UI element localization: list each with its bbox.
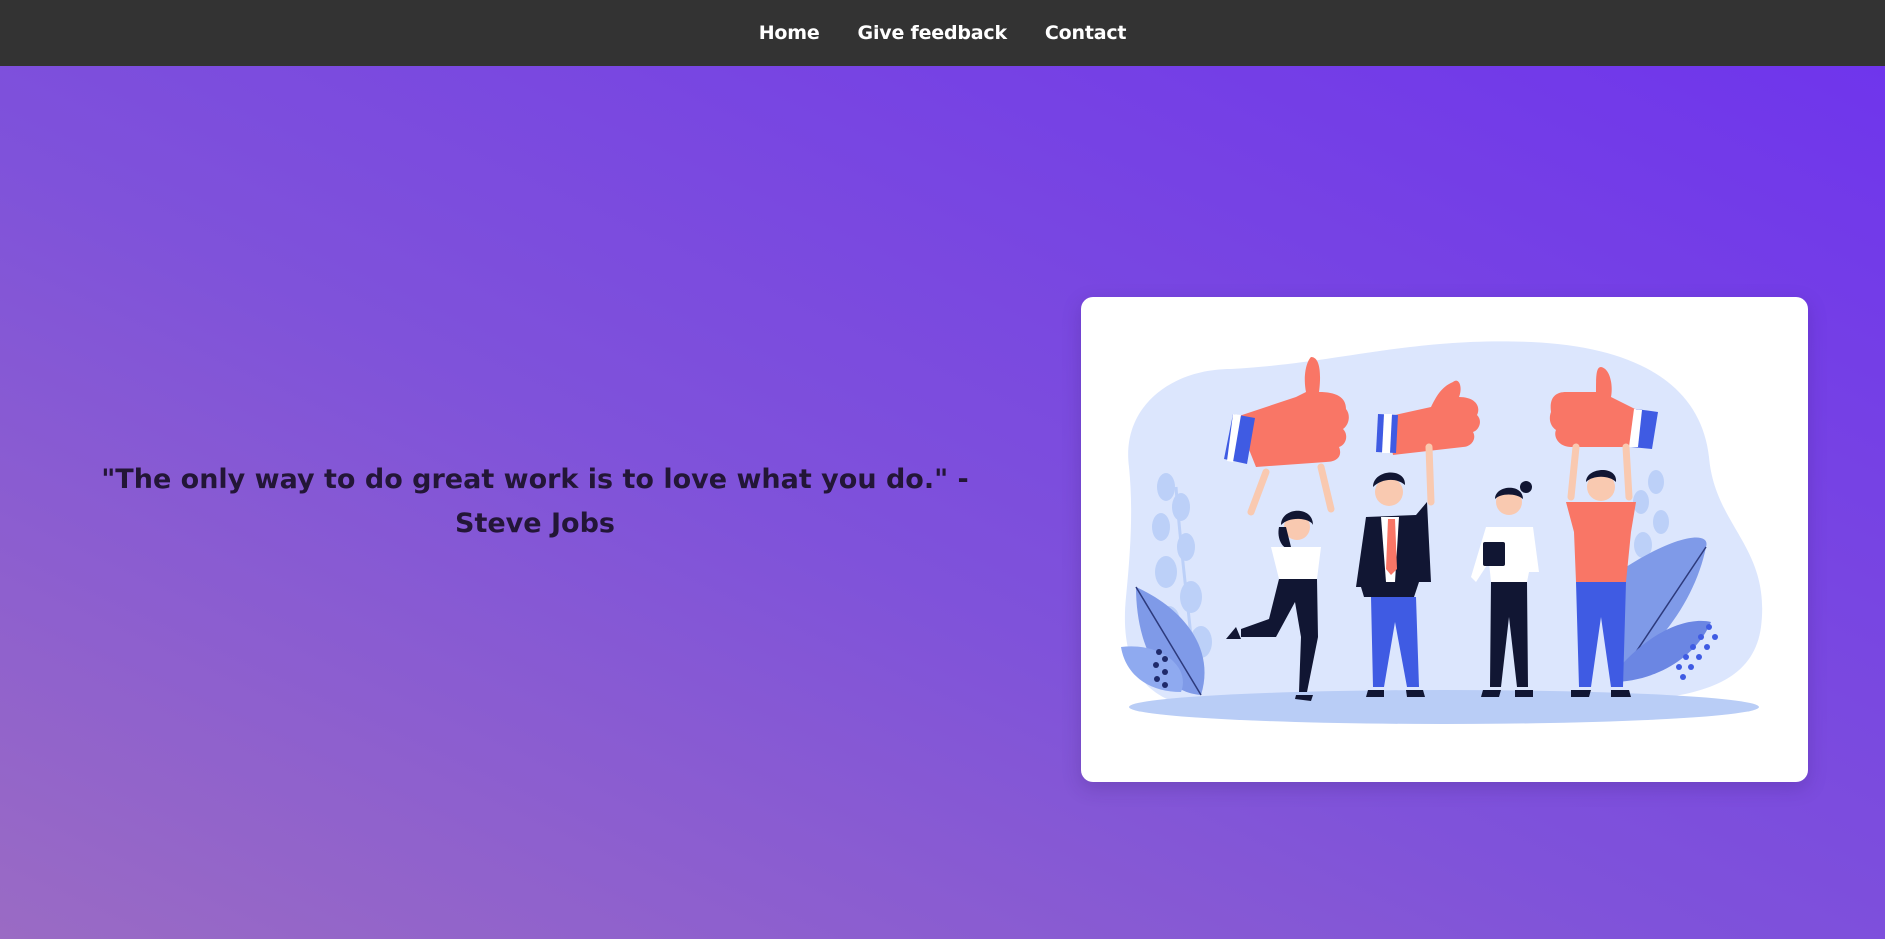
- top-navbar: Home Give feedback Contact: [0, 0, 1885, 66]
- thumbs-up-team-illustration: [1121, 341, 1763, 724]
- nav-home-link[interactable]: Home: [759, 22, 820, 44]
- illustration-card: [1081, 297, 1808, 782]
- nav-give-feedback-link[interactable]: Give feedback: [858, 22, 1008, 44]
- hero-quote: "The only way to do great work is to lov…: [101, 464, 969, 539]
- nav-contact-link[interactable]: Contact: [1045, 22, 1127, 44]
